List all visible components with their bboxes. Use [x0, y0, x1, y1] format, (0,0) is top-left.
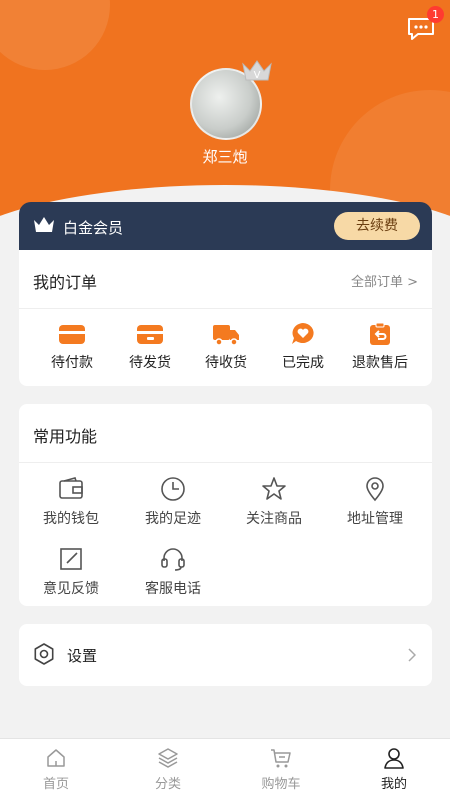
order-status-label: 退款售后 — [352, 355, 408, 371]
clock-icon — [161, 477, 185, 501]
function-label: 意见反馈 — [43, 581, 99, 597]
function-label: 关注商品 — [246, 511, 302, 527]
order-status-label: 待发货 — [129, 355, 171, 371]
order-status-refund[interactable]: 退款售后 — [339, 322, 421, 372]
function-footprint[interactable]: 我的足迹 — [123, 476, 223, 528]
refund-clipboard-icon — [370, 322, 390, 345]
settings-row[interactable]: 设置 — [19, 624, 432, 686]
edit-icon — [60, 548, 82, 570]
function-wallet[interactable]: 我的钱包 — [21, 476, 121, 528]
gear-icon — [34, 643, 54, 665]
order-status-pending-shipment[interactable]: 待发货 — [109, 322, 191, 372]
wallet-icon — [59, 477, 83, 499]
order-status-label: 已完成 — [282, 355, 324, 371]
tab-cart[interactable]: 购物车 — [225, 747, 337, 792]
common-functions-card: 常用功能 我的钱包 我的足迹 关注商品 地址管理 意见反馈 客服电话 — [19, 404, 432, 606]
package-box-icon — [137, 325, 163, 344]
star-icon — [262, 477, 286, 500]
layers-icon — [158, 748, 178, 768]
function-label: 地址管理 — [347, 511, 403, 527]
divider — [19, 462, 432, 463]
user-icon — [384, 748, 404, 769]
divider — [19, 308, 432, 309]
tab-category[interactable]: 分类 — [112, 747, 224, 792]
order-status-completed[interactable]: 已完成 — [262, 322, 344, 372]
message-count-badge: 1 — [427, 6, 444, 23]
function-customer-service[interactable]: 客服电话 — [123, 546, 223, 598]
tab-label: 我的 — [380, 777, 407, 792]
headset-icon — [161, 548, 185, 571]
tab-home[interactable]: 首页 — [0, 747, 112, 792]
function-address[interactable]: 地址管理 — [325, 476, 425, 528]
function-label: 客服电话 — [145, 581, 201, 597]
cart-icon — [271, 749, 291, 768]
function-label: 我的足迹 — [145, 511, 201, 527]
order-status-pending-receipt[interactable]: 待收货 — [185, 322, 267, 372]
message-button[interactable]: 1 — [406, 6, 444, 42]
all-orders-link[interactable]: 全部订单 > — [351, 271, 418, 290]
location-pin-icon — [366, 477, 384, 502]
orders-card: 我的订单 全部订单 > 待付款 待发货 待收货 已完成 退款售后 — [19, 250, 432, 386]
tab-label: 购物车 — [261, 777, 301, 792]
vip-membership-bar: 白金会员 去续费 — [19, 202, 432, 250]
username: 郑三炮 — [202, 148, 248, 166]
chevron-right-icon — [408, 648, 416, 662]
tab-profile[interactable]: 我的 — [338, 747, 450, 792]
order-status-pending-payment[interactable]: 待付款 — [31, 322, 113, 372]
home-icon — [47, 749, 65, 767]
wallet-card-icon — [59, 325, 85, 344]
tab-label: 分类 — [154, 777, 181, 792]
delivery-truck-icon — [213, 325, 239, 346]
crown-icon — [34, 217, 54, 232]
bottom-tab-bar: 首页 分类 购物车 我的 — [0, 738, 450, 800]
settings-label: 设置 — [67, 647, 98, 665]
heart-chat-icon — [292, 323, 314, 344]
vip-crown-icon: V — [242, 60, 272, 81]
function-label: 我的钱包 — [43, 511, 99, 527]
renew-button[interactable]: 去续费 — [334, 212, 420, 240]
vip-level-label: 白金会员 — [63, 219, 124, 237]
order-status-label: 待付款 — [51, 355, 93, 371]
order-status-label: 待收货 — [205, 355, 247, 371]
header-decoration — [0, 0, 110, 70]
tab-label: 首页 — [42, 777, 69, 792]
function-favorites[interactable]: 关注商品 — [224, 476, 324, 528]
svg-text:V: V — [254, 70, 261, 81]
orders-title: 我的订单 — [33, 273, 98, 292]
functions-title: 常用功能 — [33, 427, 98, 446]
function-feedback[interactable]: 意见反馈 — [21, 546, 121, 598]
avatar[interactable]: V — [190, 60, 272, 140]
